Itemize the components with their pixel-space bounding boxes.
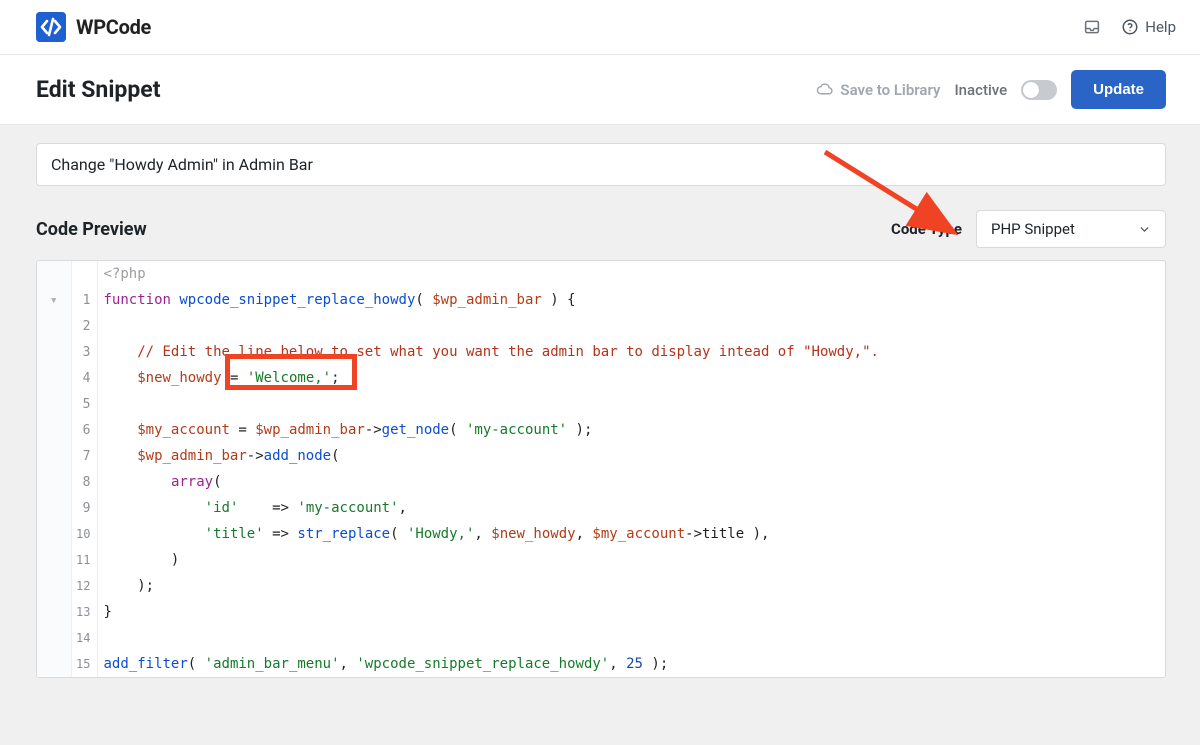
code-type-select[interactable]: PHP Snippet [976, 210, 1166, 248]
code-type-value: PHP Snippet [991, 220, 1075, 238]
content: Code Preview Code Type PHP Snippet <?php… [0, 143, 1200, 698]
brand-name: WPCode [76, 15, 151, 39]
line-number: 14 [71, 625, 97, 651]
titlebar: Edit Snippet Save to Library Inactive Up… [0, 55, 1200, 125]
save-to-library-button: Save to Library [816, 81, 940, 99]
save-to-library-label: Save to Library [840, 81, 940, 99]
wpcode-logo-icon [36, 12, 66, 42]
page-title: Edit Snippet [36, 76, 160, 103]
status-label: Inactive [954, 81, 1007, 99]
snippet-title-input[interactable] [36, 143, 1166, 186]
logo[interactable]: WPCode [36, 12, 151, 42]
code-preview-heading: Code Preview [36, 219, 147, 240]
line-number: 15 [71, 651, 97, 677]
topbar-right: Help [1083, 18, 1176, 36]
title-actions: Save to Library Inactive Update [816, 70, 1166, 109]
help-link[interactable]: Help [1121, 18, 1176, 36]
code-editor[interactable]: <?php ▾ 1 function wpcode_snippet_replac… [36, 260, 1166, 678]
line-number: 11 [71, 547, 97, 573]
topbar: WPCode Help [0, 0, 1200, 55]
help-label: Help [1145, 18, 1176, 36]
chevron-down-icon [1138, 223, 1151, 236]
line-number: 13 [71, 599, 97, 625]
line-number: 4 [71, 365, 97, 391]
preview-row: Code Preview Code Type PHP Snippet [36, 210, 1166, 248]
line-number: 3 [71, 339, 97, 365]
inbox-icon[interactable] [1083, 18, 1101, 36]
line-number: 10 [71, 521, 97, 547]
line-number: 6 [71, 417, 97, 443]
line-number: 12 [71, 573, 97, 599]
line-number: 1 [71, 287, 97, 313]
active-toggle[interactable] [1021, 80, 1057, 100]
update-button[interactable]: Update [1071, 70, 1166, 109]
line-number: 5 [71, 391, 97, 417]
code-type: Code Type PHP Snippet [891, 210, 1166, 248]
line-number: 9 [71, 495, 97, 521]
code-type-label: Code Type [891, 220, 962, 238]
line-number: 2 [71, 313, 97, 339]
fold-toggle[interactable]: ▾ [37, 287, 71, 313]
line-number: 8 [71, 469, 97, 495]
cloud-icon [816, 81, 833, 98]
line-number: 7 [71, 443, 97, 469]
code-token: <?php [104, 266, 146, 282]
